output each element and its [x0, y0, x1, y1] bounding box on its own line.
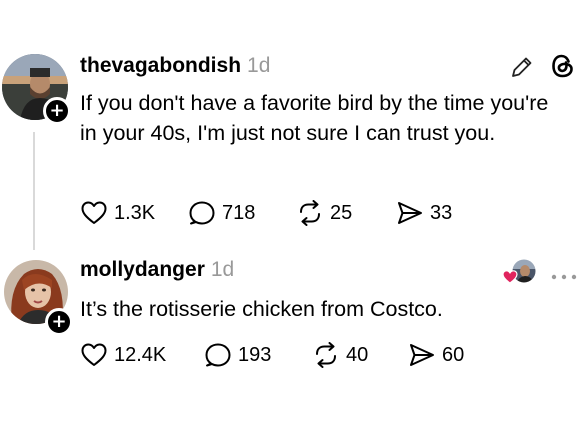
like-button[interactable]: 12.4K [80, 340, 166, 370]
reply-button[interactable]: 193 [204, 340, 271, 370]
repost-icon [316, 342, 336, 368]
username[interactable]: mollydanger [80, 258, 205, 281]
avatar-container[interactable]: + [2, 258, 73, 336]
repost-count: 40 [346, 343, 369, 366]
send-icon [410, 344, 434, 366]
reply-count: 193 [238, 343, 272, 366]
share-count: 60 [442, 343, 465, 366]
timestamp: 1d [210, 258, 235, 281]
post-mollydanger: + mollydanger 1d It’s the rotisserie chic… [0, 0, 584, 428]
follow-plus-icon[interactable]: + [45, 308, 73, 336]
heart-icon [81, 343, 107, 366]
share-button[interactable]: 60 [408, 340, 464, 370]
more-icon[interactable] [550, 268, 578, 286]
liked-by-author-icon [502, 258, 538, 286]
like-count: 12.4K [114, 343, 167, 366]
post-text: It’s the rotisserie chicken from Costco. [80, 297, 443, 321]
post-header: mollydanger 1d [80, 256, 234, 284]
comment-icon [205, 343, 231, 367]
repost-button[interactable]: 40 [312, 340, 368, 370]
